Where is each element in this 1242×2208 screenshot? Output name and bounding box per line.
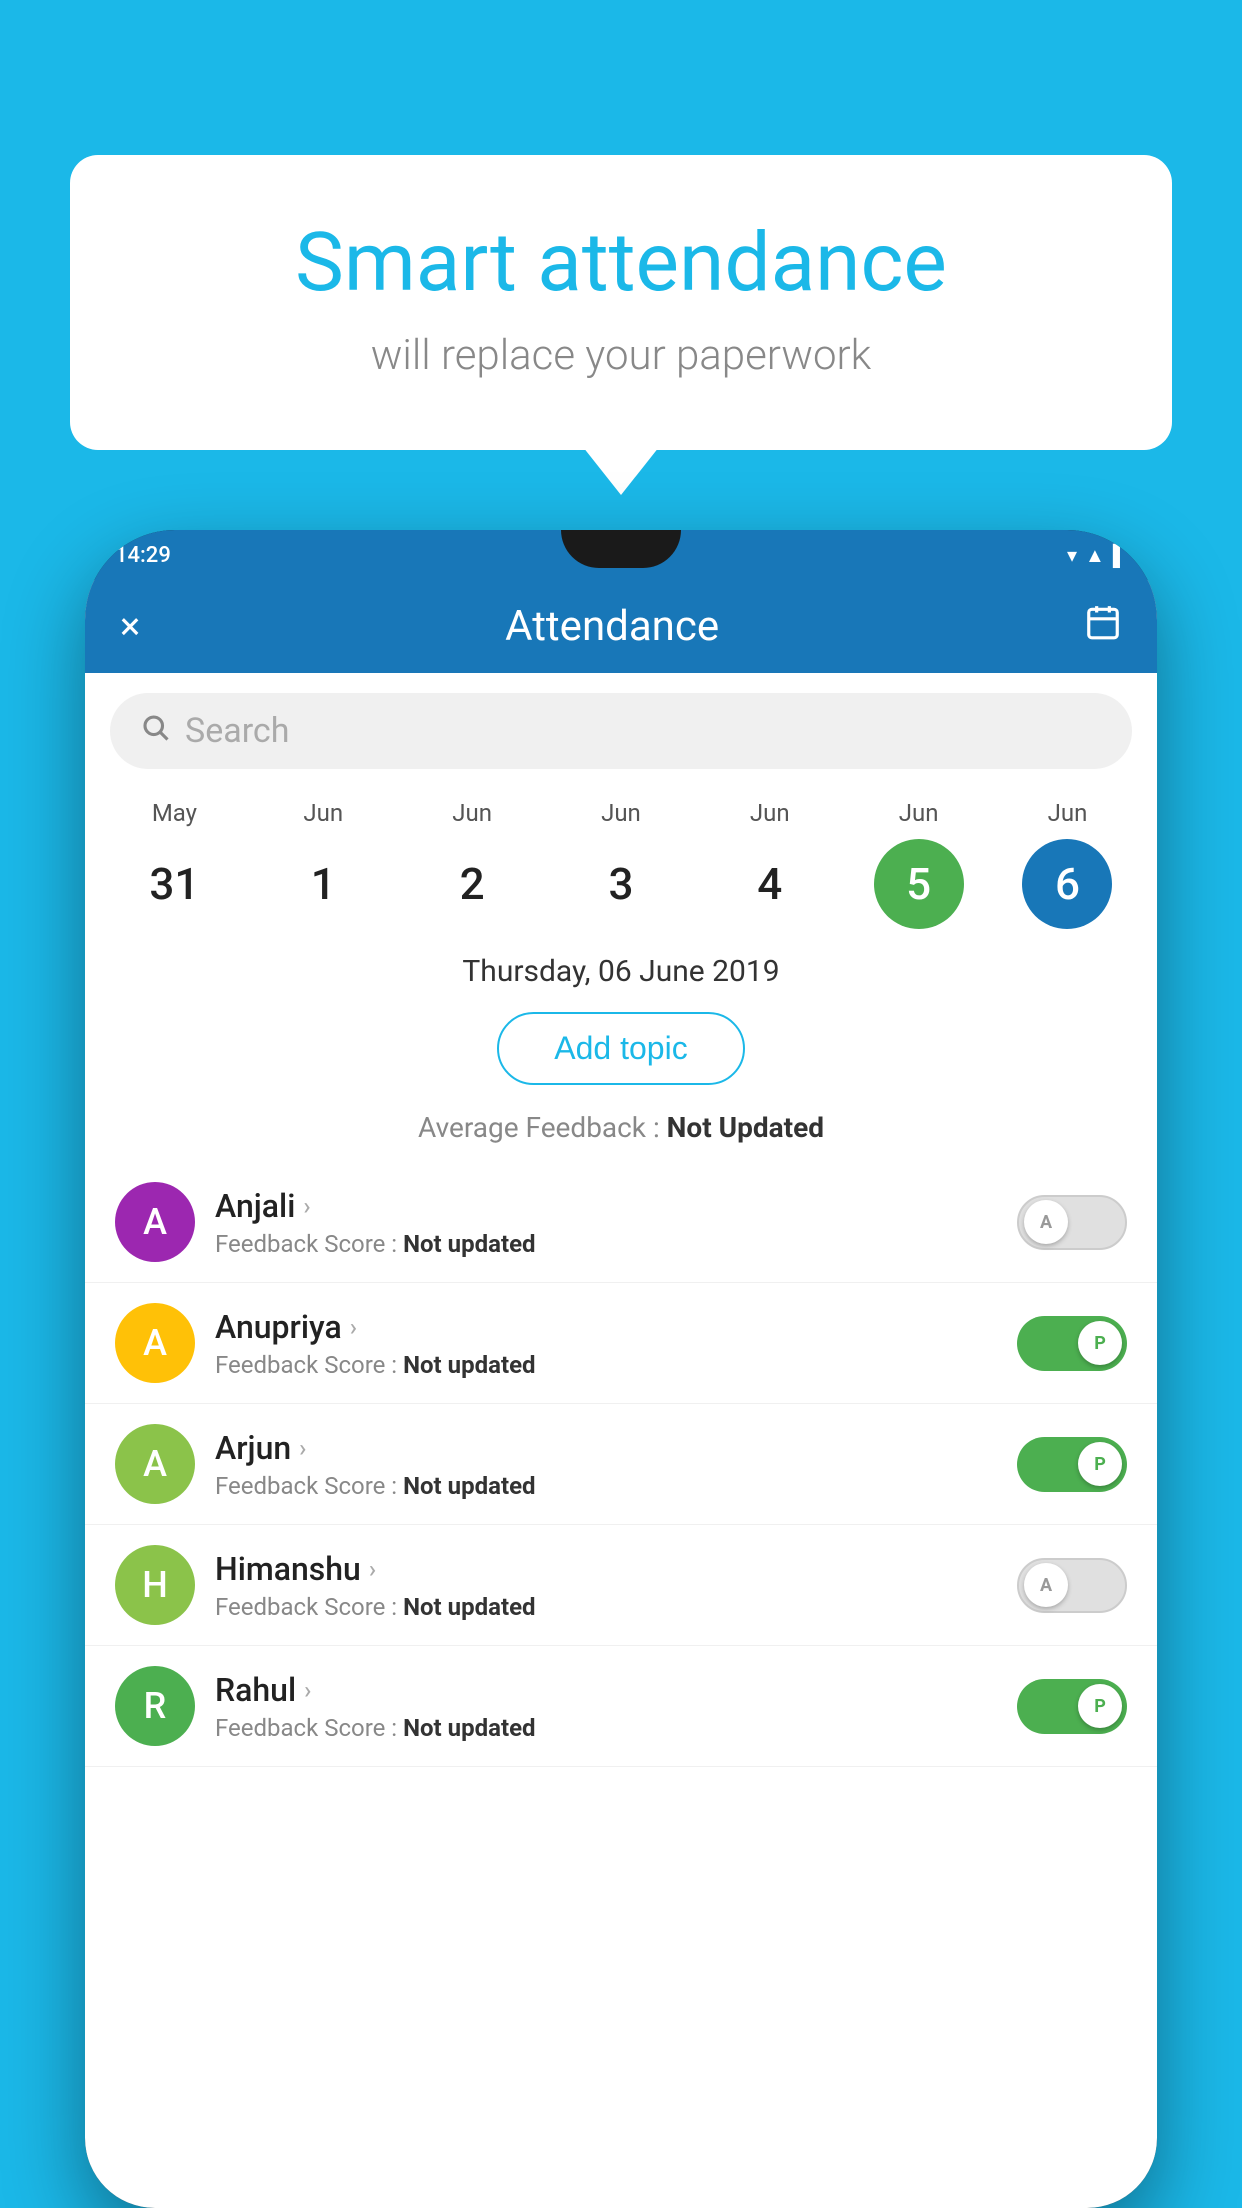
- student-item-3[interactable]: H Himanshu › Feedback Score : Not updated A: [85, 1525, 1157, 1646]
- phone-notch: [561, 530, 681, 568]
- student-info: Anupriya › Feedback Score : Not updated: [215, 1308, 997, 1379]
- student-name: Arjun ›: [215, 1429, 997, 1467]
- avatar: A: [115, 1182, 195, 1262]
- app-title: Smart attendance: [150, 215, 1092, 311]
- app-header: × Attendance: [85, 580, 1157, 673]
- attendance-toggle[interactable]: A: [1017, 1195, 1127, 1250]
- student-name: Himanshu ›: [215, 1550, 997, 1588]
- student-name: Anjali ›: [215, 1187, 997, 1225]
- attendance-toggle[interactable]: P: [1017, 1679, 1127, 1734]
- speech-bubble: Smart attendance will replace your paper…: [70, 155, 1172, 450]
- cal-date-label: 5: [874, 839, 964, 929]
- student-info: Arjun › Feedback Score : Not updated: [215, 1429, 997, 1500]
- cal-month-label: Jun: [452, 799, 492, 827]
- cal-date-label: 2: [427, 839, 517, 929]
- student-list: AAnjali ›Feedback Score : Not updatedAAA…: [85, 1162, 1157, 2208]
- calendar-icon[interactable]: [1084, 603, 1122, 651]
- cal-month-label: Jun: [1048, 799, 1088, 827]
- header-title: Attendance: [505, 602, 719, 651]
- cal-month-label: Jun: [601, 799, 641, 827]
- student-info: Himanshu › Feedback Score : Not updated: [215, 1550, 997, 1621]
- search-placeholder: Search: [185, 711, 289, 751]
- avg-feedback: Average Feedback : Not Updated: [85, 1103, 1157, 1162]
- battery-icon: ▌: [1113, 543, 1127, 568]
- student-info: Anjali › Feedback Score : Not updated: [215, 1187, 997, 1258]
- phone-screen: × Attendance Search Ma: [85, 580, 1157, 2208]
- calendar-day-0[interactable]: May 31: [124, 799, 224, 929]
- toggle-knob: P: [1078, 1442, 1122, 1486]
- calendar-strip: May 31 Jun 1 Jun 2 Jun 3 Jun 4 Jun 5 Jun 6: [85, 779, 1157, 939]
- student-info: Rahul › Feedback Score : Not updated: [215, 1671, 997, 1742]
- toggle-knob: A: [1024, 1200, 1068, 1244]
- wifi-icon: ▾: [1067, 543, 1077, 567]
- avg-feedback-label: Average Feedback :: [418, 1111, 667, 1144]
- app-subtitle: will replace your paperwork: [150, 331, 1092, 380]
- cal-month-label: May: [152, 799, 197, 827]
- chevron-icon: ›: [299, 1434, 306, 1462]
- student-name: Anupriya ›: [215, 1308, 997, 1346]
- calendar-day-3[interactable]: Jun 3: [571, 799, 671, 929]
- toggle-switch[interactable]: A: [1017, 1558, 1127, 1613]
- avatar: R: [115, 1666, 195, 1746]
- cal-date-label: 1: [278, 839, 368, 929]
- selected-date: Thursday, 06 June 2019: [85, 939, 1157, 994]
- clock: 14:29: [115, 543, 171, 568]
- avatar: H: [115, 1545, 195, 1625]
- avatar: A: [115, 1303, 195, 1383]
- avg-feedback-value: Not Updated: [667, 1111, 824, 1144]
- student-score: Feedback Score : Not updated: [215, 1351, 997, 1379]
- toggle-knob: P: [1078, 1684, 1122, 1728]
- toggle-knob: A: [1024, 1563, 1068, 1607]
- attendance-toggle[interactable]: P: [1017, 1316, 1127, 1371]
- calendar-day-6[interactable]: Jun 6: [1017, 799, 1117, 929]
- student-item-1[interactable]: A Anupriya › Feedback Score : Not updated P: [85, 1283, 1157, 1404]
- cal-month-label: Jun: [750, 799, 790, 827]
- attendance-toggle[interactable]: A: [1017, 1558, 1127, 1613]
- calendar-day-2[interactable]: Jun 2: [422, 799, 522, 929]
- cal-date-label: 31: [129, 839, 219, 929]
- student-score: Feedback Score : Not updated: [215, 1593, 997, 1621]
- cal-month-label: Jun: [899, 799, 939, 827]
- signal-icon: ▲: [1085, 543, 1105, 568]
- student-score: Feedback Score : Not updated: [215, 1714, 997, 1742]
- student-item-2[interactable]: A Arjun › Feedback Score : Not updated P: [85, 1404, 1157, 1525]
- cal-date-label: 3: [576, 839, 666, 929]
- calendar-day-1[interactable]: Jun 1: [273, 799, 373, 929]
- student-score: Feedback Score : Not updated: [215, 1230, 997, 1258]
- status-icons: ▾ ▲ ▌: [1067, 543, 1127, 568]
- calendar-day-5[interactable]: Jun 5: [869, 799, 969, 929]
- student-score: Feedback Score : Not updated: [215, 1472, 997, 1500]
- calendar-day-4[interactable]: Jun 4: [720, 799, 820, 929]
- toggle-switch[interactable]: P: [1017, 1679, 1127, 1734]
- student-name: Rahul ›: [215, 1671, 997, 1709]
- chevron-icon: ›: [369, 1555, 376, 1583]
- toggle-switch[interactable]: P: [1017, 1316, 1127, 1371]
- toggle-switch[interactable]: A: [1017, 1195, 1127, 1250]
- chevron-icon: ›: [350, 1313, 357, 1341]
- phone-frame: 14:29 ▾ ▲ ▌ × Attendance: [85, 530, 1157, 2208]
- toggle-knob: P: [1078, 1321, 1122, 1365]
- search-icon: [140, 712, 170, 750]
- search-bar[interactable]: Search: [110, 693, 1132, 769]
- attendance-toggle[interactable]: P: [1017, 1437, 1127, 1492]
- add-topic-button[interactable]: Add topic: [497, 1012, 744, 1085]
- cal-month-label: Jun: [303, 799, 343, 827]
- cal-date-label: 4: [725, 839, 815, 929]
- chevron-icon: ›: [303, 1192, 310, 1220]
- avatar: A: [115, 1424, 195, 1504]
- student-item-0[interactable]: A Anjali › Feedback Score : Not updated A: [85, 1162, 1157, 1283]
- cal-date-label: 6: [1022, 839, 1112, 929]
- close-button[interactable]: ×: [120, 605, 140, 649]
- toggle-switch[interactable]: P: [1017, 1437, 1127, 1492]
- chevron-icon: ›: [304, 1676, 311, 1704]
- student-item-4[interactable]: R Rahul › Feedback Score : Not updated P: [85, 1646, 1157, 1767]
